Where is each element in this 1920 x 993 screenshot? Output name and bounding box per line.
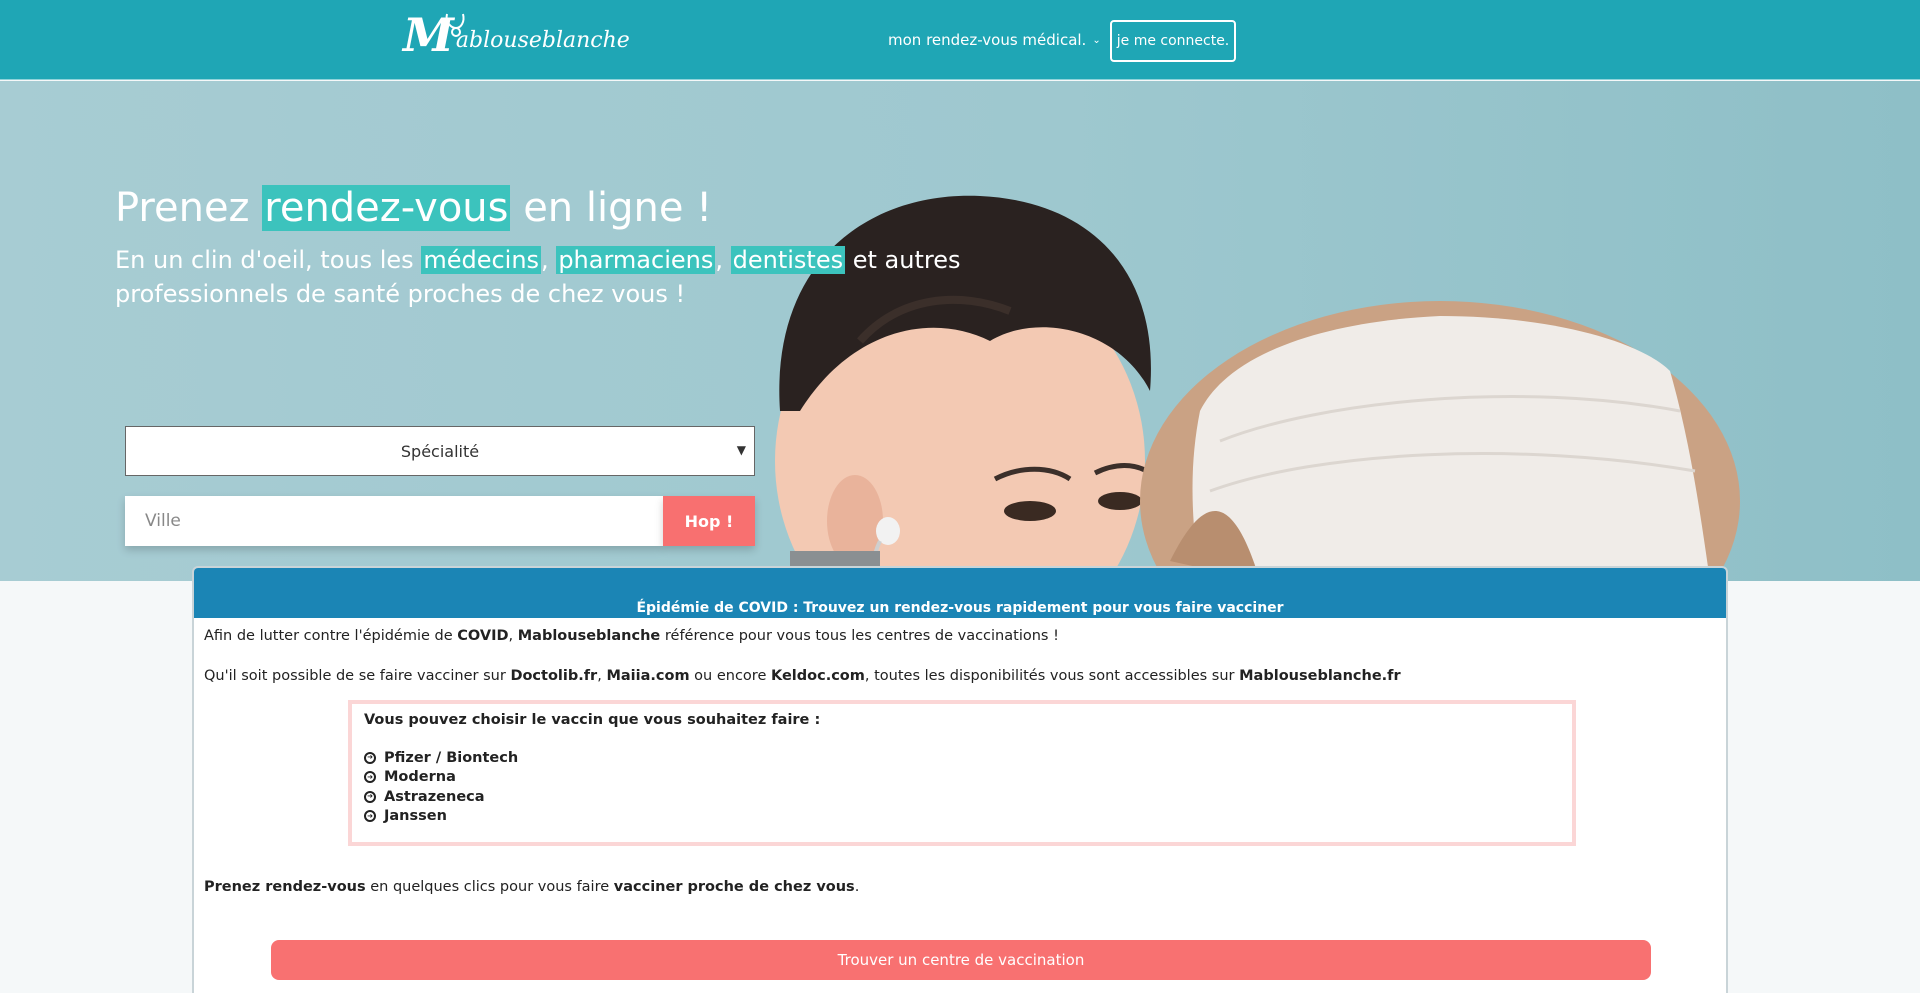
text-bold: vacciner proche de chez vous [613, 879, 855, 895]
nav-medical-label: mon rendez-vous médical. [888, 31, 1087, 49]
text: Afin de lutter contre l'épidémie de [204, 628, 458, 644]
hero-sub-part: , [541, 246, 557, 274]
hero-title-part: en ligne ! [510, 185, 713, 231]
vaccine-choice-box: Vous pouvez choisir le vaccin que vous s… [348, 700, 1576, 846]
arrow-circle-right-icon: ➜ [364, 810, 376, 823]
hero-sub-highlight-pharmacists: pharmaciens [556, 246, 716, 274]
search-button[interactable]: Hop ! [663, 496, 755, 546]
text-bold: Mablouseblanche.fr [1239, 668, 1401, 684]
stethoscope-icon [445, 13, 465, 37]
text: ou encore [689, 668, 771, 684]
chevron-down-icon: ▼ [736, 443, 746, 457]
text: , toutes les disponibilités vous sont ac… [864, 668, 1240, 684]
specialty-select-value: Spécialité [400, 441, 480, 461]
top-header: M ablouseblanche mon rendez-vous médical… [0, 0, 1920, 80]
city-input[interactable]: Ville [125, 496, 663, 546]
covid-paragraph-1: Afin de lutter contre l'épidémie de COVI… [204, 628, 1059, 644]
text-bold: Mablouseblanche [517, 628, 661, 644]
text-bold: Keldoc.com [770, 668, 865, 684]
text: en quelques clics pour vous faire [365, 879, 614, 895]
hero-title-part: Prenez [115, 185, 263, 231]
vaccine-name: Pfizer / Biontech [384, 749, 519, 766]
specialty-select[interactable]: Spécialité ▼ [125, 426, 755, 476]
vaccine-name: Janssen [384, 808, 447, 825]
text: . [854, 879, 860, 895]
list-item: ➜ Moderna [364, 768, 1560, 788]
text: Qu'il soit possible de se faire vacciner… [204, 668, 511, 684]
arrow-circle-right-icon: ➜ [364, 790, 376, 803]
hero-title: Prenez rendez-vous en ligne ! [115, 185, 712, 231]
hero-section: Prenez rendez-vous en ligne ! En un clin… [0, 81, 1920, 581]
hero-sub-highlight-doctors: médecins [421, 246, 542, 274]
chevron-down-icon: ⌄ [1092, 34, 1101, 46]
list-item: ➜ Astrazeneca [364, 787, 1560, 807]
covid-card-heading: Épidémie de COVID : Trouvez un rendez-vo… [194, 568, 1726, 618]
login-button[interactable]: je me connecte. [1110, 20, 1236, 62]
text: référence pour vous tous les centres de … [660, 628, 1059, 644]
text-bold: Maiia.com [606, 668, 690, 684]
list-item: ➜ Janssen [364, 807, 1560, 827]
vaccine-name: Moderna [384, 769, 456, 786]
text-bold: Doctolib.fr [510, 668, 598, 684]
find-vaccination-center-button[interactable]: Trouver un centre de vaccination [271, 940, 1651, 980]
covid-paragraph-2: Qu'il soit possible de se faire vacciner… [204, 668, 1401, 684]
logo-text: ablouseblanche [455, 28, 630, 53]
hero-title-highlight: rendez-vous [262, 185, 511, 231]
city-input-placeholder: Ville [145, 511, 181, 531]
text-bold: COVID [457, 628, 509, 644]
hero-sub-highlight-dentists: dentistes [730, 246, 846, 274]
hero-subtitle: En un clin d'oeil, tous les médecins, ph… [115, 243, 975, 311]
arrow-circle-right-icon: ➜ [364, 771, 376, 784]
nav-medical-appointment-dropdown[interactable]: mon rendez-vous médical. ⌄ [888, 31, 1101, 49]
vaccine-name: Astrazeneca [384, 788, 485, 805]
hero-sub-part: En un clin d'oeil, tous les [115, 246, 422, 274]
text-bold: Prenez rendez-vous [204, 879, 366, 895]
text: , [508, 628, 518, 644]
covid-paragraph-3: Prenez rendez-vous en quelques clics pou… [204, 879, 859, 895]
vaccine-box-title: Vous pouvez choisir le vaccin que vous s… [364, 712, 821, 728]
covid-vaccination-card: Épidémie de COVID : Trouvez un rendez-vo… [192, 566, 1728, 993]
list-item: ➜ Pfizer / Biontech [364, 748, 1560, 768]
arrow-circle-right-icon: ➜ [364, 751, 376, 764]
site-logo[interactable]: M ablouseblanche [403, 8, 630, 58]
hero-sub-part: , [715, 246, 731, 274]
